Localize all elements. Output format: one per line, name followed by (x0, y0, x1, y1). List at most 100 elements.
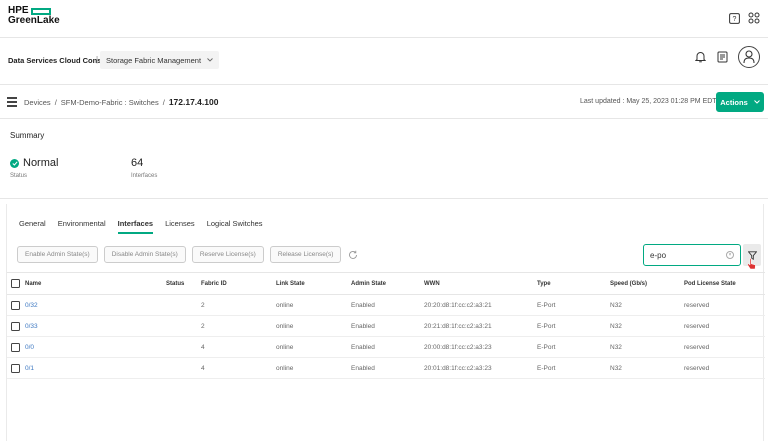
breadcrumb-separator: / (54, 98, 57, 107)
cell-pod-license-state: reserved (680, 336, 765, 358)
logo-rect-icon (30, 7, 51, 15)
column-header-status[interactable]: Status (162, 272, 197, 295)
app-switcher-dropdown[interactable]: Storage Fabric Management (100, 51, 220, 69)
cell-speed: N32 (606, 357, 680, 379)
search-input-value: e-po (650, 250, 667, 260)
cell-admin-state: Enabled (347, 357, 420, 379)
status-ok-icon (10, 158, 19, 168)
column-header-wwn[interactable]: WWN (420, 272, 533, 295)
cell-fabric-id: 4 (197, 336, 272, 358)
table-row[interactable]: 0/33 2 online Enabled 20:21:d8:1f:cc:c2:… (7, 315, 765, 337)
column-header-type[interactable]: Type (533, 272, 606, 295)
table-row[interactable]: 0/1 4 online Enabled 20:01:d8:1f:cc:c2:a… (7, 357, 765, 379)
chevron-down-icon (753, 100, 760, 104)
svg-text:?: ? (732, 16, 736, 23)
column-header-admin-state[interactable]: Admin State (347, 272, 420, 295)
interface-name-link[interactable]: 0/32 (25, 302, 38, 309)
help-icon[interactable]: ? (728, 12, 740, 24)
last-updated-text: Last updated : May 25, 2023 01:28 PM EDT (580, 98, 717, 105)
cell-link-state: online (272, 357, 347, 379)
top-bar: HPE GreenLake ? (0, 0, 768, 38)
row-checkbox[interactable] (11, 342, 20, 352)
tab-general[interactable]: General (19, 219, 46, 232)
breadcrumb-devices[interactable]: Devices (24, 98, 51, 107)
actions-button-label: Actions (720, 97, 748, 107)
hpe-greenlake-logo[interactable]: HPE GreenLake (8, 6, 60, 26)
refresh-icon[interactable] (347, 246, 359, 263)
cell-link-state: online (272, 315, 347, 337)
cell-admin-state: Enabled (347, 315, 420, 337)
app-switcher-label: Storage Fabric Management (106, 55, 202, 65)
column-header-name[interactable]: Name (7, 272, 162, 295)
document-icon[interactable] (716, 51, 728, 63)
cell-status (162, 315, 197, 337)
cell-type: E-Port (533, 315, 606, 337)
cell-wwn: 20:01:d8:1f:cc:c2:a3:23 (420, 357, 533, 379)
cell-wwn: 20:00:d8:1f:cc:c2:a3:23 (420, 336, 533, 358)
bulk-action-toolbar: Enable Admin State(s) Disable Admin Stat… (17, 246, 359, 263)
table-row[interactable]: 0/32 2 online Enabled 20:20:d8:1f:cc:c2:… (7, 294, 765, 316)
cell-type: E-Port (533, 336, 606, 358)
row-checkbox[interactable] (11, 363, 20, 373)
select-all-checkbox[interactable] (11, 279, 20, 288)
interfaces-label: Interfaces (131, 173, 158, 179)
user-avatar-icon[interactable] (738, 46, 760, 68)
cell-status (162, 357, 197, 379)
search-input[interactable]: e-po × (643, 244, 741, 266)
summary-title: Summary (10, 131, 45, 140)
interfaces-count: 64 (131, 157, 144, 169)
enable-admin-state-button[interactable]: Enable Admin State(s) (17, 246, 98, 263)
cell-fabric-id: 2 (197, 294, 272, 316)
cell-link-state: online (272, 336, 347, 358)
breadcrumb-bar: Devices / SFM-Demo-Fabric : Switches / 1… (0, 85, 768, 119)
cell-wwn: 20:21:d8:1f:cc:c2:a3:21 (420, 315, 533, 337)
cell-speed: N32 (606, 336, 680, 358)
release-license-button[interactable]: Release License(s) (269, 246, 342, 263)
cell-wwn: 20:20:d8:1f:cc:c2:a3:21 (420, 294, 533, 316)
app-grid-icon[interactable] (748, 12, 760, 24)
interface-name-link[interactable]: 0/33 (25, 323, 38, 330)
cell-admin-state: Enabled (347, 294, 420, 316)
tab-environmental[interactable]: Environmental (58, 219, 106, 232)
mouse-pointer-icon (747, 258, 756, 270)
column-header-speed[interactable]: Speed (Gb/s) (606, 272, 680, 295)
tab-logical-switches[interactable]: Logical Switches (207, 219, 263, 232)
row-checkbox[interactable] (11, 321, 20, 331)
interfaces-table: Name Status Fabric ID Link State Admin S… (7, 272, 765, 379)
tab-interfaces[interactable]: Interfaces (117, 219, 154, 234)
interfaces-card: General Environmental Interfaces License… (6, 204, 765, 441)
table-header-row: Name Status Fabric ID Link State Admin S… (7, 272, 765, 295)
reserve-license-button[interactable]: Reserve License(s) (191, 246, 264, 263)
logo-greenlake-text: GreenLake (8, 15, 60, 26)
cell-speed: N32 (606, 315, 680, 337)
breadcrumb: Devices / SFM-Demo-Fabric : Switches / 1… (24, 97, 219, 107)
cell-pod-license-state: reserved (680, 357, 765, 379)
breadcrumb-fabric-switches[interactable]: SFM-Demo-Fabric : Switches (61, 98, 159, 107)
breadcrumb-separator: / (162, 98, 165, 107)
cell-pod-license-state: reserved (680, 315, 765, 337)
console-bar: Data Services Cloud Console | Storage Fa… (0, 38, 768, 85)
page-title: 172.17.4.100 (168, 97, 219, 107)
cell-fabric-id: 2 (197, 315, 272, 337)
column-header-fabric-id[interactable]: Fabric ID (197, 272, 272, 295)
cell-pod-license-state: reserved (680, 294, 765, 316)
table-row[interactable]: 0/0 4 online Enabled 20:00:d8:1f:cc:c2:a… (7, 336, 765, 358)
cell-type: E-Port (533, 294, 606, 316)
cell-admin-state: Enabled (347, 336, 420, 358)
disable-admin-state-button[interactable]: Disable Admin State(s) (103, 246, 186, 263)
clear-search-icon[interactable]: × (726, 251, 734, 259)
interface-name-link[interactable]: 0/1 (25, 365, 34, 372)
row-checkbox[interactable] (11, 300, 20, 310)
cell-type: E-Port (533, 357, 606, 379)
menu-icon[interactable] (7, 97, 17, 107)
tab-licenses[interactable]: Licenses (165, 219, 195, 232)
status-value-text: Normal (23, 157, 59, 169)
status-label: Status (10, 173, 28, 179)
bell-icon[interactable] (694, 51, 706, 63)
summary-panel: Summary Normal Status 64 Interfaces (0, 119, 768, 199)
column-header-pod-license-state[interactable]: Pod License State (680, 272, 765, 295)
column-header-link-state[interactable]: Link State (272, 272, 347, 295)
cell-speed: N32 (606, 294, 680, 316)
actions-button[interactable]: Actions (716, 92, 764, 112)
interface-name-link[interactable]: 0/0 (25, 344, 34, 351)
